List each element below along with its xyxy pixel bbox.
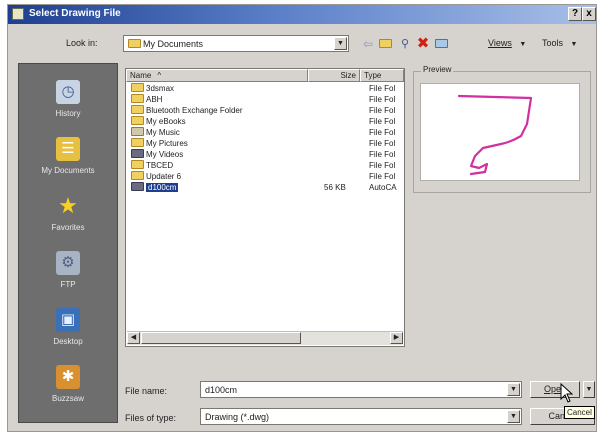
app-icon	[12, 8, 24, 20]
folder-icon	[131, 171, 144, 180]
folder-icon	[131, 105, 144, 114]
file-row[interactable]: TBCED File Fol	[128, 160, 404, 171]
column-header-type[interactable]: Type	[360, 69, 404, 82]
search-web-icon[interactable]: ⚲	[397, 35, 413, 53]
file-row[interactable]: Bluetooth Exchange Folder File Fol	[128, 105, 404, 116]
folder-icon	[131, 160, 144, 169]
place-buzzsaw[interactable]: ✱ Buzzsaw	[19, 359, 117, 419]
file-row[interactable]: My Music File Fol	[128, 127, 404, 138]
place-desktop[interactable]: ▣ Desktop	[19, 302, 117, 362]
chevron-down-icon[interactable]: ▼	[507, 410, 520, 423]
folder-icon	[131, 94, 144, 103]
scroll-thumb[interactable]	[141, 332, 301, 344]
place-favorites[interactable]: ★ Favorites	[19, 188, 117, 248]
folder-icon	[128, 39, 141, 48]
dwg-file-icon	[131, 182, 144, 191]
delete-icon[interactable]: ✖	[415, 35, 431, 53]
scroll-right-icon[interactable]: ▶	[390, 332, 403, 344]
places-bar: ◷ History ☰ My Documents ★ Favorites ⚙ F…	[18, 63, 118, 423]
file-row[interactable]: 3dsmax File Fol	[128, 83, 404, 94]
new-folder-icon[interactable]	[433, 35, 451, 53]
select-drawing-file-dialog: Select Drawing File ? x Look in: My Docu…	[7, 4, 597, 432]
preview-image	[420, 83, 580, 181]
up-folder-icon[interactable]	[378, 35, 394, 53]
file-row-selected[interactable]: d100cm 56 KB AutoCA	[128, 182, 404, 193]
title-bar[interactable]: Select Drawing File ? x	[8, 5, 596, 24]
file-list[interactable]: Name ^ Size Type 3dsmax File Fol ABH File…	[125, 68, 405, 347]
file-row[interactable]: My Videos File Fol	[128, 149, 404, 160]
file-row[interactable]: ABH File Fol	[128, 94, 404, 105]
file-row[interactable]: Updater 6 File Fol	[128, 171, 404, 182]
views-dropdown-icon: ▼	[519, 41, 527, 48]
scroll-left-icon[interactable]: ◀	[127, 332, 140, 344]
back-arrow-icon[interactable]: ⇦	[360, 35, 376, 53]
dialog-title: Select Drawing File	[29, 8, 121, 19]
file-type-dropdown[interactable]: Drawing (*.dwg) ▼	[200, 408, 522, 425]
help-button[interactable]: ?	[568, 7, 582, 21]
tools-menu[interactable]: Tools ▼	[542, 38, 577, 48]
close-button[interactable]: x	[582, 7, 596, 21]
look-in-dropdown[interactable]: My Documents ▼	[123, 35, 349, 52]
chevron-down-icon[interactable]: ▼	[507, 383, 520, 396]
place-history[interactable]: ◷ History	[19, 74, 117, 134]
file-row[interactable]: My Pictures File Fol	[128, 138, 404, 149]
tools-dropdown-icon: ▼	[570, 41, 578, 48]
history-icon: ◷	[56, 80, 80, 104]
desktop-icon: ▣	[56, 308, 80, 332]
videos-folder-icon	[131, 149, 144, 158]
music-folder-icon	[131, 127, 144, 136]
ftp-icon: ⚙	[56, 251, 80, 275]
drawing-preview	[457, 94, 533, 176]
place-my-documents[interactable]: ☰ My Documents	[19, 131, 117, 191]
look-in-label: Look in:	[66, 38, 98, 48]
place-ftp[interactable]: ⚙ FTP	[19, 245, 117, 305]
file-type-label: Files of type:	[125, 413, 177, 423]
folder-icon	[131, 116, 144, 125]
buzzsaw-icon: ✱	[56, 365, 80, 389]
column-header-name[interactable]: Name ^	[126, 69, 308, 82]
my-documents-icon: ☰	[56, 137, 80, 161]
file-name-label: File name:	[125, 386, 168, 396]
preview-label: Preview	[421, 65, 454, 74]
favorites-icon: ★	[58, 193, 78, 218]
views-menu[interactable]: Views ▼	[488, 38, 526, 48]
look-in-value: My Documents	[143, 39, 204, 49]
tooltip: Cancel	[564, 406, 595, 419]
folder-icon	[131, 138, 144, 147]
chevron-down-icon[interactable]: ▼	[334, 37, 347, 50]
open-options-icon[interactable]: ▼	[583, 381, 595, 398]
mouse-cursor-icon	[560, 383, 574, 403]
column-header-size[interactable]: Size	[308, 69, 360, 82]
folder-icon	[131, 83, 144, 92]
horizontal-scrollbar[interactable]: ◀ ▶	[127, 331, 403, 345]
file-row[interactable]: My eBooks File Fol	[128, 116, 404, 127]
file-name-input[interactable]: d100cm ▼	[200, 381, 522, 398]
